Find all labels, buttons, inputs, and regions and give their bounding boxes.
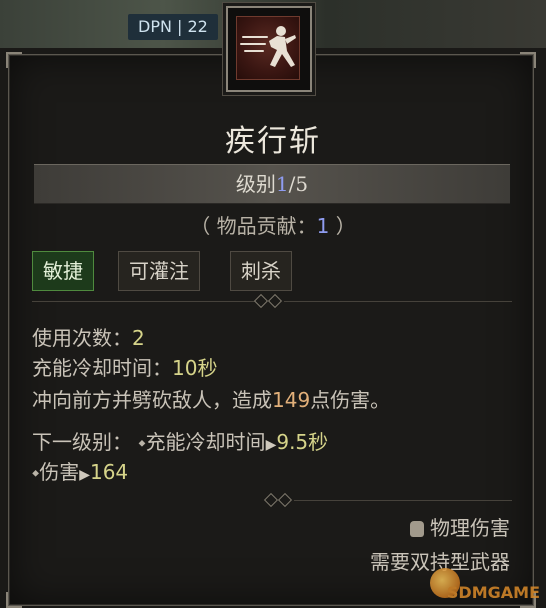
- desc-value: 149: [272, 388, 311, 412]
- arrow-right-icon: ▶: [265, 437, 277, 453]
- corner-ornament: [520, 52, 536, 68]
- cooldown-value: 10秒: [172, 356, 218, 380]
- next-level-line: 下一级别： ⬩充能冷却时间▶9.5秒: [32, 426, 328, 455]
- level-max: /5: [288, 172, 309, 196]
- tag-agility[interactable]: 敏捷: [32, 251, 94, 291]
- damage-type: 物理伤害: [430, 516, 510, 540]
- skill-icon-art: [236, 16, 300, 80]
- dpn-badge: DPN | 22: [128, 14, 218, 40]
- next-dmg-value: 164: [89, 460, 129, 484]
- skill-level-bar: 级别1/5: [34, 164, 510, 204]
- level-current: 1: [275, 172, 289, 196]
- corner-ornament: [6, 52, 22, 68]
- next-label: 下一级别：: [32, 430, 132, 454]
- site-watermark: SDMGAME: [430, 564, 540, 604]
- cooldown-label: 充能冷却时间：: [32, 356, 172, 380]
- divider-left: [32, 301, 256, 302]
- damage-type-line: 物理伤害: [410, 512, 510, 541]
- next-damage-line: ⬩伤害▶164: [32, 456, 128, 485]
- desc-post: 点伤害。: [310, 388, 391, 412]
- next-dmg-label: 伤害: [39, 460, 80, 484]
- tag-assassinate[interactable]: 刺杀: [230, 251, 292, 291]
- arrow-right-icon: ▶: [79, 467, 90, 483]
- contrib-value: 1: [316, 214, 330, 238]
- fist-icon: [410, 521, 424, 537]
- corner-ornament: [6, 592, 22, 608]
- divider-bottom: [294, 500, 512, 501]
- bullet-icon: ⬩: [132, 430, 146, 454]
- next-cd-value: 9.5秒: [276, 430, 329, 454]
- tag-imbueable[interactable]: 可灌注: [118, 251, 200, 291]
- dash-figure-icon: [240, 26, 296, 67]
- level-label: 级别: [235, 172, 276, 196]
- contrib-close: ）: [329, 214, 356, 238]
- desc-pre: 冲向前方并劈砍敌人，造成: [32, 388, 272, 412]
- dash-attack-icon[interactable]: [226, 6, 312, 92]
- next-cd-label: 充能冷却时间: [145, 430, 266, 454]
- uses-label: 使用次数：: [32, 326, 132, 350]
- watermark-text: SDMGAME: [446, 583, 540, 602]
- description-line: 冲向前方并劈砍敌人，造成149点伤害。: [32, 384, 390, 413]
- skill-name: 疾行斩: [225, 124, 321, 159]
- cooldown-line: 充能冷却时间：10秒: [32, 352, 217, 381]
- item-contribution: （ 物品贡献：1 ）: [0, 210, 546, 239]
- contrib-open: （ 物品贡献：: [190, 214, 317, 238]
- uses-line: 使用次数：2: [32, 322, 145, 351]
- divider-right: [284, 301, 512, 302]
- uses-value: 2: [132, 326, 145, 350]
